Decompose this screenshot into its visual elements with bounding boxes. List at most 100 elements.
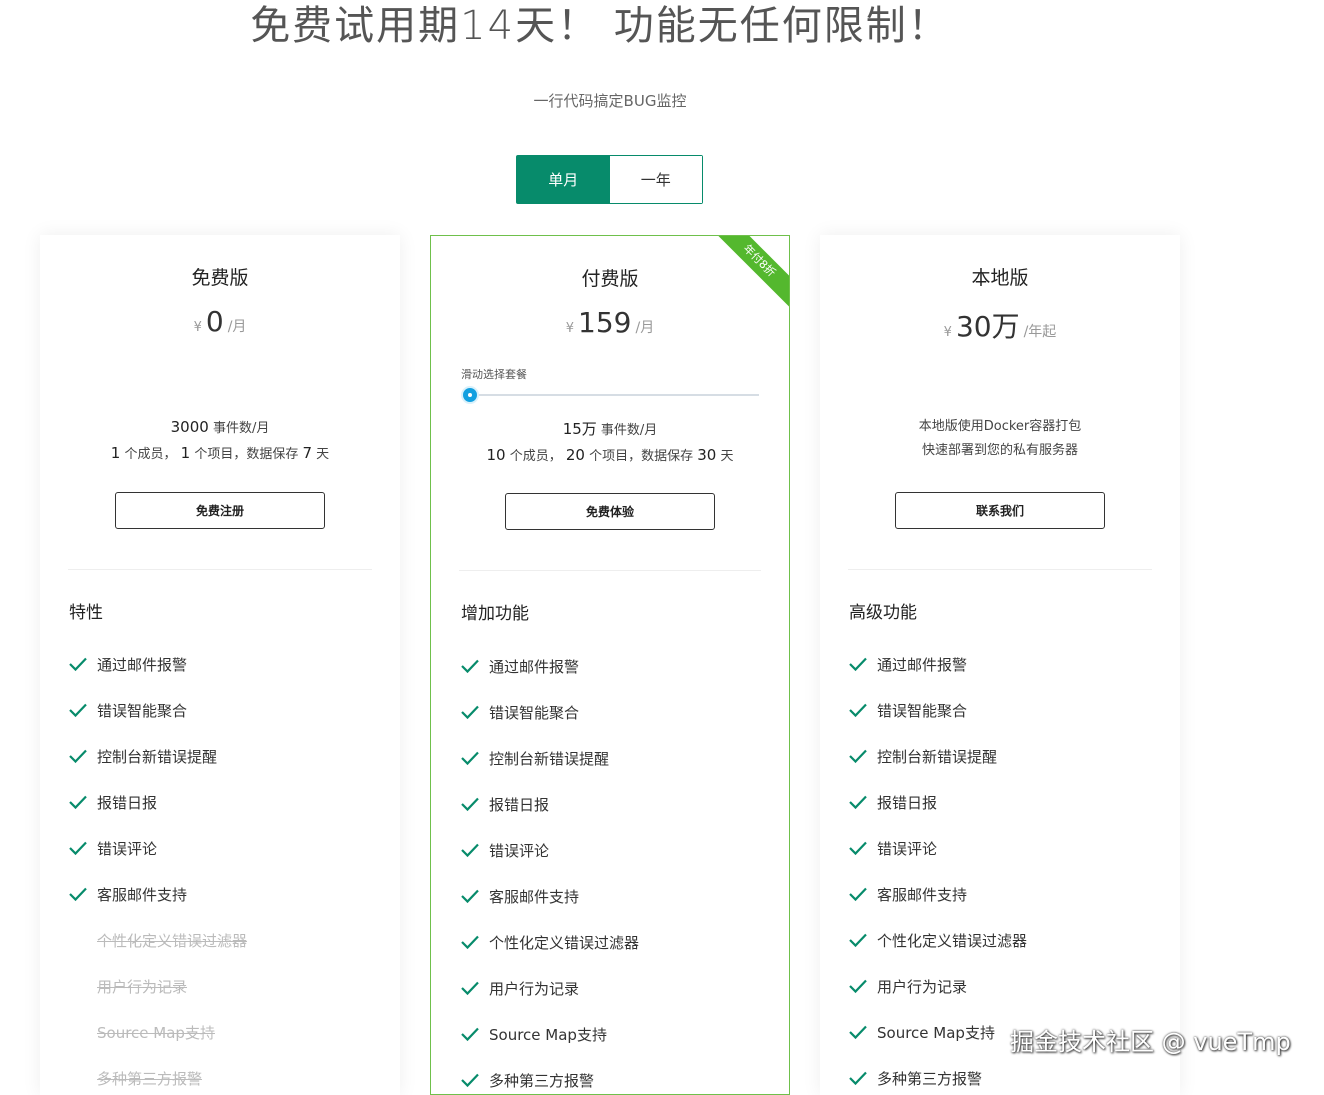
checkmark-icon <box>460 1070 480 1090</box>
checkmark-icon <box>68 838 88 858</box>
onpremise-description-1: 本地版使用Docker容器打包 <box>918 419 1082 434</box>
retention-days: 7 <box>302 444 313 462</box>
yearly-toggle-button[interactable]: 一年 <box>609 156 702 203</box>
divider <box>848 569 1152 570</box>
checkmark-icon <box>848 654 868 674</box>
price-unit: /月 <box>635 320 655 336</box>
currency-symbol: ¥ <box>565 321 575 336</box>
retention-label: 天 <box>316 447 330 462</box>
feature-label: 通过邮件报警 <box>489 657 580 676</box>
plan-price: ¥30万/年起 <box>820 305 1180 345</box>
projects-label: 个项目，数据保存 <box>589 449 694 464</box>
projects-count: 20 <box>565 446 585 464</box>
divider <box>459 570 761 571</box>
feature-label: 多种第三方报警 <box>489 1071 595 1090</box>
event-quota: 15万 事件数/月 <box>431 418 789 439</box>
feature-label: Source Map支持 <box>489 1025 607 1044</box>
retention-label: 天 <box>720 449 734 464</box>
page-subtitle: 一行代码搞定BUG监控 <box>533 92 687 110</box>
feature-label: 客服邮件支持 <box>489 887 580 906</box>
features-heading: 特性 <box>69 603 103 623</box>
checkmark-icon <box>460 794 480 814</box>
features-heading: 高级功能 <box>849 603 917 623</box>
monthly-toggle-button[interactable]: 单月 <box>517 156 610 203</box>
checkmark-icon <box>848 838 868 858</box>
retention-days: 30 <box>697 446 717 464</box>
feature-label: 错误智能聚合 <box>97 701 188 720</box>
plan-slider-track[interactable] <box>471 394 759 396</box>
feature-label: 报错日报 <box>489 795 550 814</box>
checkmark-icon <box>460 1024 480 1044</box>
projects-label: 个项目，数据保存 <box>194 447 299 462</box>
feature-label: 报错日报 <box>877 793 938 812</box>
feature-label: 报错日报 <box>97 793 158 812</box>
checkmark-icon <box>460 656 480 676</box>
checkmark-icon <box>460 932 480 952</box>
event-quota: 3000 事件数/月 <box>40 417 400 436</box>
currency-symbol: ¥ <box>193 320 202 335</box>
event-quota-number: 3000 <box>170 418 209 436</box>
feature-label: 控制台新错误提醒 <box>97 747 218 766</box>
feature-label: Source Map支持 <box>97 1023 215 1042</box>
members-count: 10 <box>486 446 506 464</box>
plan-name: 本地版 <box>971 267 1029 289</box>
feature-label: 错误评论 <box>877 839 938 858</box>
checkmark-icon <box>68 654 88 674</box>
price-unit: /年起 <box>1023 324 1057 340</box>
checkmark-icon <box>848 976 868 996</box>
checkmark-icon <box>460 702 480 722</box>
plan-card-onpremise: 本地版 ¥30万/年起 本地版使用Docker容器打包 快速部署到您的私有服务器… <box>820 235 1180 1095</box>
checkmark-icon <box>68 700 88 720</box>
checkmark-icon <box>460 840 480 860</box>
feature-item: 多种第三方报警 <box>460 1045 639 1094</box>
plan-limits: 10 个成员， 20 个项目，数据保存 30 天 <box>431 445 789 464</box>
feature-label: Source Map支持 <box>877 1023 995 1042</box>
projects-count: 1 <box>180 444 191 462</box>
plan-name: 付费版 <box>581 268 639 290</box>
feature-label: 用户行为记录 <box>489 979 580 998</box>
onpremise-description-2: 快速部署到您的私有服务器 <box>921 443 1078 458</box>
contact-us-button[interactable]: 联系我们 <box>895 492 1105 529</box>
feature-label: 错误智能聚合 <box>877 701 968 720</box>
members-count: 1 <box>110 444 121 462</box>
checkmark-icon <box>848 792 868 812</box>
feature-label: 错误评论 <box>489 841 550 860</box>
checkmark-icon <box>460 886 480 906</box>
feature-label: 客服邮件支持 <box>97 885 188 904</box>
page-title: 免费试用期14天！ 功能无任何限制！ <box>250 3 950 49</box>
free-register-button[interactable]: 免费注册 <box>115 492 325 529</box>
checkmark-icon <box>68 746 88 766</box>
free-trial-button[interactable]: 免费体验 <box>505 493 715 530</box>
plan-limits: 1 个成员， 1 个项目，数据保存 7 天 <box>40 443 400 462</box>
event-quota-number: 15万 <box>562 420 597 438</box>
plan-card-paid: 年付8折 付费版 ¥159/月 滑动选择套餐 15万 事件数/月 10 个成员，… <box>430 235 790 1095</box>
price-value: 0 <box>205 305 224 338</box>
event-quota-label: 事件数/月 <box>600 423 658 438</box>
feature-label: 通过邮件报警 <box>97 655 188 674</box>
feature-label: 个性化定义错误过滤器 <box>877 931 1028 950</box>
checkmark-icon <box>848 884 868 904</box>
checkmark-icon <box>848 930 868 950</box>
checkmark-icon <box>68 792 88 812</box>
checkmark-icon <box>68 884 88 904</box>
checkmark-icon <box>848 1068 868 1088</box>
checkmark-icon <box>460 748 480 768</box>
feature-label: 通过邮件报警 <box>877 655 968 674</box>
feature-label: 控制台新错误提醒 <box>489 749 610 768</box>
feature-list: 通过邮件报警 错误智能聚合控制台新错误提醒 报错日报错误评论客服邮件支持个性化定义错… <box>68 641 247 1095</box>
checkmark-icon <box>848 746 868 766</box>
feature-label: 个性化定义错误过滤器 <box>97 931 248 950</box>
feature-label: 多种第三方报警 <box>877 1069 983 1088</box>
features-heading: 增加功能 <box>461 604 529 624</box>
plan-price: ¥0/月 <box>40 305 400 338</box>
feature-label: 错误评论 <box>97 839 158 858</box>
members-label: 个成员， <box>509 449 562 464</box>
price-value: 159 <box>578 306 632 339</box>
plan-slider-handle[interactable] <box>461 386 479 404</box>
plan-card-free: 免费版 ¥0/月 3000 事件数/月 1 个成员， 1 个项目，数据保存 7 … <box>40 235 400 1095</box>
feature-label: 用户行为记录 <box>877 977 968 996</box>
event-quota-label: 事件数/月 <box>212 421 270 436</box>
members-label: 个成员， <box>124 447 177 462</box>
feature-item: 多种第三方报警 <box>848 1043 1027 1095</box>
slider-label: 滑动选择套餐 <box>461 368 527 381</box>
